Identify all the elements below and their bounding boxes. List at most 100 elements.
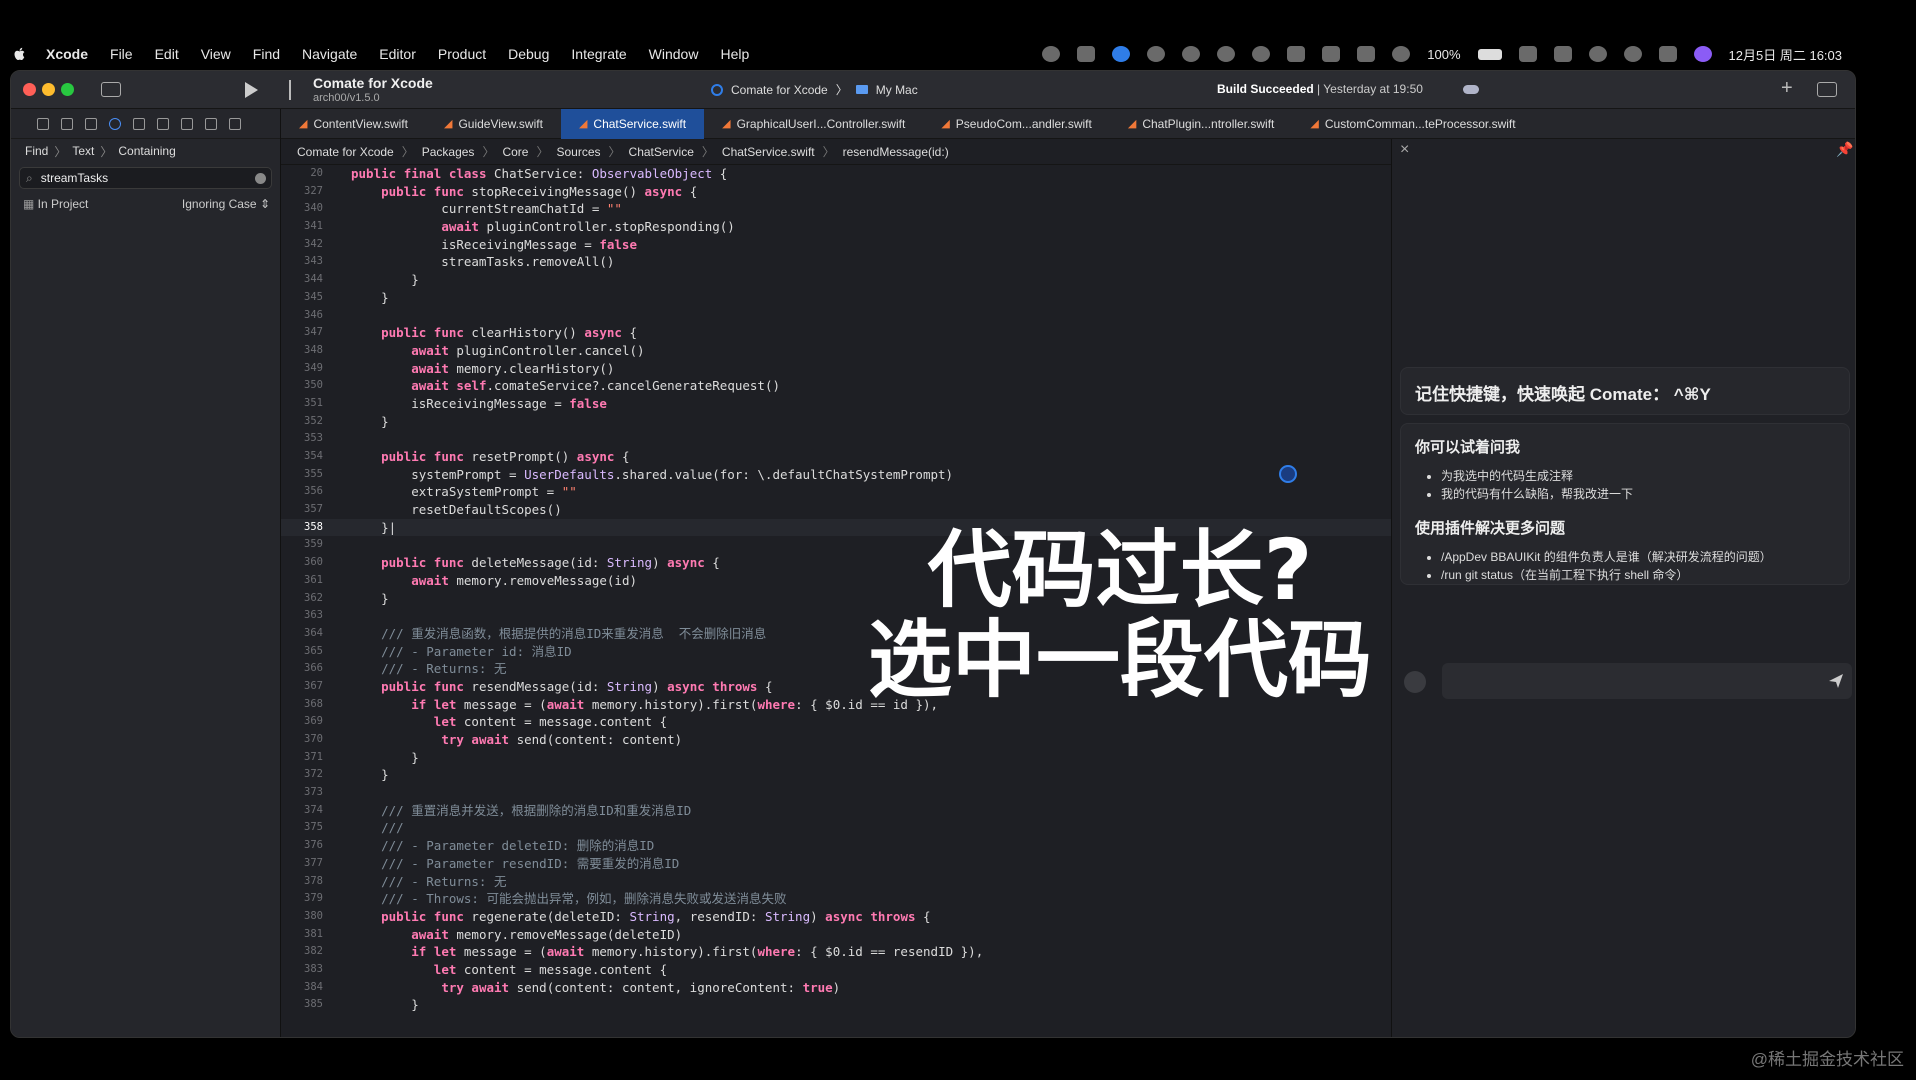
menu-help[interactable]: Help — [720, 46, 749, 62]
eraser-icon[interactable] — [1404, 671, 1426, 693]
source-control-icon[interactable] — [61, 117, 73, 130]
code-text[interactable]: /// — [331, 819, 404, 837]
code-line[interactable]: 354 public func resetPrompt() async { — [281, 448, 1391, 466]
code-text[interactable] — [331, 430, 351, 448]
control-center-icon[interactable] — [1658, 46, 1677, 62]
find-case-option[interactable]: Ignoring Case ⇕ — [182, 197, 270, 211]
code-text[interactable]: await self.comateService?.cancelGenerate… — [331, 377, 780, 395]
clock-icon[interactable] — [1392, 46, 1411, 62]
code-text[interactable]: } — [331, 749, 419, 767]
code-text[interactable]: /// - Parameter deleteID: 删除的消息ID — [331, 837, 654, 855]
editor-tab-label[interactable]: PseudoCom...andler.swift — [956, 117, 1092, 131]
code-line[interactable]: 373 — [281, 784, 1391, 802]
code-line[interactable]: 348 await pluginController.cancel() — [281, 342, 1391, 360]
breakpoint-icon[interactable] — [205, 117, 217, 130]
moon-icon[interactable] — [1182, 46, 1201, 62]
code-text[interactable]: await pluginController.cancel() — [331, 342, 644, 360]
menu-xcode[interactable]: Xcode — [46, 46, 88, 62]
code-line[interactable]: 344 } — [281, 271, 1391, 289]
plugin-item[interactable]: /run git status（在当前工程下执行 shell 命令） — [1441, 566, 1835, 584]
code-line[interactable]: 382 if let message = (await memory.histo… — [281, 943, 1391, 961]
menu-find[interactable]: Find — [253, 46, 280, 62]
code-text[interactable]: resetDefaultScopes() — [331, 501, 562, 519]
code-text[interactable]: /// - Parameter id: 消息ID — [331, 643, 572, 661]
code-text[interactable] — [331, 607, 351, 625]
activity-icon[interactable] — [1553, 46, 1572, 62]
code-text[interactable]: } — [331, 413, 389, 431]
find-case-label[interactable]: Ignoring Case — [182, 197, 257, 211]
menu-view[interactable]: View — [201, 46, 231, 62]
editor-tab[interactable]: ◢ PseudoCom...andler.swift — [923, 109, 1110, 139]
code-text[interactable]: /// 重发消息函数，根据提供的消息ID来重发消息 不会删除旧消息 — [331, 625, 766, 643]
report-icon[interactable] — [229, 117, 241, 130]
apple-logo-icon[interactable] — [12, 46, 28, 62]
code-text[interactable]: public func deleteMessage(id: String) as… — [331, 554, 720, 572]
code-line[interactable]: 349 await memory.clearHistory() — [281, 360, 1391, 378]
input-method-icon[interactable] — [1077, 46, 1096, 62]
clear-search-icon[interactable] — [255, 172, 266, 184]
code-line[interactable]: 377 /// - Parameter resendID: 需要重发的消息ID — [281, 855, 1391, 873]
debug-icon[interactable] — [181, 117, 193, 130]
code-text[interactable]: streamTasks.removeAll() — [331, 253, 614, 271]
code-text[interactable] — [331, 536, 351, 554]
menu-editor[interactable]: Editor — [379, 46, 416, 62]
editor-tab-label[interactable]: GuideView.swift — [458, 117, 543, 131]
code-text[interactable]: public func resendMessage(id: String) as… — [331, 678, 772, 696]
code-line[interactable]: 384 try await send(content: content, ign… — [281, 979, 1391, 997]
code-text[interactable]: public final class ChatService: Observab… — [331, 165, 727, 183]
code-line[interactable]: 340 currentStreamChatId = "" — [281, 200, 1391, 218]
jump-bar-item[interactable]: Core — [502, 145, 528, 159]
comate-status-icon[interactable] — [1112, 46, 1131, 62]
sidebar-toggle-icon[interactable] — [101, 82, 121, 97]
code-text[interactable]: systemPrompt = UserDefaults.shared.value… — [331, 466, 953, 484]
code-text[interactable] — [331, 307, 351, 325]
scheme-selector[interactable]: Comate for Xcode 〉 My Mac — [711, 81, 918, 98]
code-line[interactable]: 385 } — [281, 996, 1391, 1014]
test-diamond-icon[interactable] — [157, 117, 169, 130]
menu-window[interactable]: Window — [649, 46, 699, 62]
editor-tab[interactable]: ◢ GraphicalUserI...Controller.swift — [704, 109, 923, 139]
find-match[interactable]: Containing — [118, 144, 175, 158]
menu-edit[interactable]: Edit — [155, 46, 179, 62]
code-line[interactable]: 347 public func clearHistory() async { — [281, 324, 1391, 342]
code-line[interactable]: 20 public final class ChatService: Observ… — [281, 165, 1391, 183]
code-text[interactable]: await pluginController.stopResponding() — [331, 218, 735, 236]
code-text[interactable]: public func clearHistory() async { — [331, 324, 637, 342]
minimize-window-button[interactable] — [42, 83, 55, 96]
code-line[interactable]: 372 } — [281, 766, 1391, 784]
jump-bar-item[interactable]: ChatService — [629, 145, 694, 159]
menu-integrate[interactable]: Integrate — [571, 46, 626, 62]
jump-bar-item[interactable]: Sources — [556, 145, 600, 159]
chrome-icon[interactable] — [1042, 46, 1061, 62]
editor-tab[interactable]: ◢ ChatPlugin...ntroller.swift — [1110, 109, 1293, 139]
find-scope-label[interactable]: In Project — [38, 197, 89, 211]
bars-icon[interactable] — [1322, 46, 1341, 62]
code-text[interactable] — [331, 784, 351, 802]
add-icon[interactable]: + — [1781, 77, 1793, 100]
code-line[interactable]: 371 } — [281, 749, 1391, 767]
code-text[interactable]: } — [331, 271, 419, 289]
code-line[interactable]: 381 await memory.removeMessage(deleteID) — [281, 926, 1391, 944]
warning-icon[interactable] — [133, 117, 145, 130]
code-text[interactable]: await memory.clearHistory() — [331, 360, 614, 378]
play-icon[interactable] — [1217, 46, 1236, 62]
headphones-icon[interactable] — [1252, 46, 1271, 62]
folder-icon[interactable] — [37, 117, 49, 130]
search-icon[interactable] — [109, 117, 121, 130]
source-control-branch-icon[interactable] — [289, 80, 301, 100]
code-text[interactable]: }| — [331, 519, 396, 537]
code-text[interactable]: } — [331, 590, 389, 608]
code-text[interactable]: isReceivingMessage = false — [331, 236, 637, 254]
code-line[interactable]: 357 resetDefaultScopes() — [281, 501, 1391, 519]
code-text[interactable]: try await send(content: content) — [331, 731, 682, 749]
code-line[interactable]: 375 /// — [281, 819, 1391, 837]
code-text[interactable]: if let message = (await memory.history).… — [331, 696, 938, 714]
wifi-icon[interactable] — [1518, 46, 1537, 62]
code-text[interactable]: let content = message.content { — [331, 961, 667, 979]
code-text[interactable]: currentStreamChatId = "" — [331, 200, 622, 218]
editor-tab[interactable]: ◢ CustomComman...teProcessor.swift — [1292, 109, 1533, 139]
code-line[interactable]: 341 await pluginController.stopRespondin… — [281, 218, 1391, 236]
find-search-input[interactable]: ⌕ streamTasks — [19, 167, 272, 189]
cloud-icon[interactable] — [1463, 85, 1479, 94]
jump-bar-item[interactable]: Packages — [422, 145, 475, 159]
